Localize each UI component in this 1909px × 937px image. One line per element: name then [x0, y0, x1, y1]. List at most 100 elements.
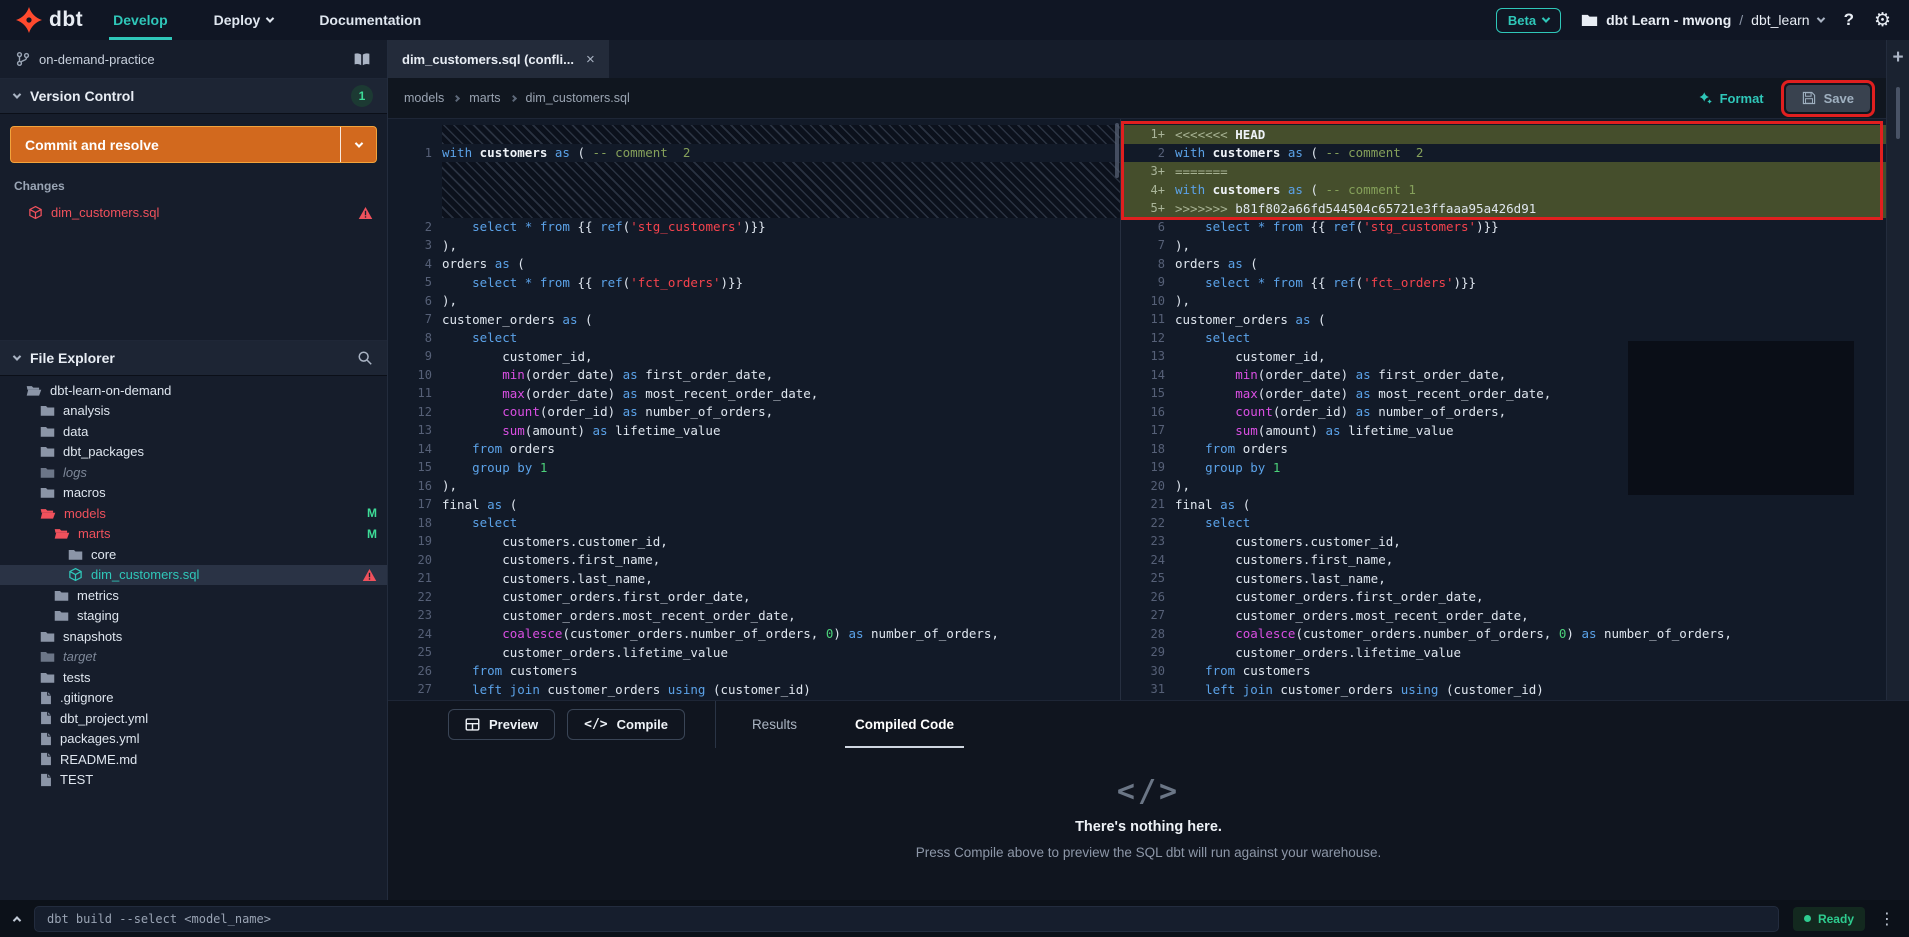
- code-icon: </>: [1117, 774, 1180, 809]
- commit-button-caret[interactable]: [340, 127, 376, 162]
- results-panel-toolbar: Preview </> Compile Results Compiled Code: [388, 701, 1909, 748]
- line-number: 2: [1121, 146, 1175, 160]
- beta-dropdown[interactable]: Beta: [1496, 8, 1561, 33]
- tree-item-label: dbt-learn-on-demand: [50, 383, 171, 398]
- tree-item-logs[interactable]: logs: [0, 462, 387, 483]
- commit-button-label: Commit and resolve: [11, 127, 340, 162]
- branch-row[interactable]: on-demand-practice: [0, 40, 387, 78]
- warning-icon: [362, 568, 377, 582]
- modified-badge: M: [367, 506, 377, 520]
- tree-item-models[interactable]: modelsM: [0, 503, 387, 524]
- file-icon: [40, 773, 52, 787]
- tree-item-test[interactable]: TEST: [0, 770, 387, 791]
- line-number: 15: [388, 460, 442, 474]
- nav-item-develop[interactable]: Develop: [109, 0, 171, 40]
- line-number: 14: [388, 442, 442, 456]
- line-number: 13: [1121, 349, 1175, 363]
- breadcrumb-marts[interactable]: marts: [469, 91, 500, 105]
- line-number: 22: [388, 590, 442, 604]
- kebab-menu-icon[interactable]: ⋮: [1879, 909, 1895, 929]
- nav-item-documentation[interactable]: Documentation: [315, 0, 425, 40]
- file-icon: [40, 752, 52, 766]
- left-pane-scrollbar[interactable]: [1115, 123, 1119, 178]
- line-number: 9: [388, 349, 442, 363]
- code-line-26: 26 from customers: [388, 662, 1120, 681]
- file-explorer-header[interactable]: File Explorer: [0, 340, 387, 376]
- tree-item-dbt-project-yml[interactable]: dbt_project.yml: [0, 708, 387, 729]
- tree-item-packages-yml[interactable]: packages.yml: [0, 729, 387, 750]
- tree-item-dim-customers-sql[interactable]: dim_customers.sql: [0, 565, 387, 586]
- tab-dim-customers[interactable]: dim_customers.sql (confli... ×: [388, 40, 609, 78]
- file-icon: [40, 711, 52, 725]
- command-input[interactable]: [34, 906, 1779, 932]
- compile-button[interactable]: </> Compile: [567, 709, 685, 740]
- code-line-32: 32): [1121, 699, 1886, 701]
- line-number: 5+: [1121, 201, 1175, 215]
- tree-item-metrics[interactable]: metrics: [0, 585, 387, 606]
- new-tab-button[interactable]: +: [1892, 48, 1903, 67]
- save-button[interactable]: Save: [1786, 85, 1870, 112]
- save-button-highlight: Save: [1786, 85, 1870, 112]
- code-line-5: 5+>>>>>>> b81f802a66fd544504c65721e3ffaa…: [1121, 199, 1886, 218]
- tree-item-staging[interactable]: staging: [0, 606, 387, 627]
- diff-pane-current[interactable]: 1with customers as ( -- comment 22 selec…: [388, 119, 1121, 700]
- code-line-1: 1with customers as ( -- comment 2: [388, 144, 1120, 163]
- code-line-26: 26 customer_orders.first_order_date,: [1121, 588, 1886, 607]
- code-line-24: 24 customers.first_name,: [1121, 551, 1886, 570]
- help-button[interactable]: ?: [1844, 10, 1854, 30]
- expand-command-bar-icon[interactable]: [13, 916, 21, 924]
- line-number: 3: [388, 238, 442, 252]
- format-button[interactable]: Format: [1698, 91, 1764, 106]
- results-tab-results[interactable]: Results: [742, 701, 807, 748]
- preview-label: Preview: [489, 717, 538, 732]
- status-badge[interactable]: Ready: [1793, 907, 1865, 931]
- changed-file-dim-customers-sql[interactable]: dim_customers.sql: [0, 201, 387, 224]
- line-number: 17: [388, 497, 442, 511]
- project-branch: dbt_learn: [1751, 12, 1809, 28]
- tree-item-label: macros: [63, 485, 106, 500]
- hover-overlay-panel: [1628, 341, 1854, 495]
- project-switcher[interactable]: dbt Learn - mwong / dbt_learn: [1581, 12, 1824, 28]
- breadcrumb-dim-customers-sql[interactable]: dim_customers.sql: [526, 91, 630, 105]
- preview-button[interactable]: Preview: [448, 709, 555, 740]
- line-number: 5: [388, 275, 442, 289]
- folder-icon: [40, 650, 55, 663]
- code-line-27: 27 left join customer_orders using (cust…: [388, 680, 1120, 699]
- commit-and-resolve-button[interactable]: Commit and resolve: [10, 126, 377, 163]
- tree-item-snapshots[interactable]: snapshots: [0, 626, 387, 647]
- branch-name: on-demand-practice: [39, 52, 155, 67]
- search-icon[interactable]: [357, 350, 373, 366]
- line-number: 12: [1121, 331, 1175, 345]
- results-tab-compiled-code[interactable]: Compiled Code: [845, 701, 964, 748]
- code-line-13: 13 sum(amount) as lifetime_value: [388, 421, 1120, 440]
- tree-item-label: logs: [63, 465, 87, 480]
- tree-item-tests[interactable]: tests: [0, 667, 387, 688]
- line-number: 30: [1121, 664, 1175, 678]
- nav-item-deploy[interactable]: Deploy: [210, 0, 278, 40]
- tree-item-data[interactable]: data: [0, 421, 387, 442]
- breadcrumb-models[interactable]: models: [404, 91, 444, 105]
- tree-item-analysis[interactable]: analysis: [0, 401, 387, 422]
- tree-item-readme-md[interactable]: README.md: [0, 749, 387, 770]
- dbt-logo-icon: [16, 7, 42, 33]
- results-tabs: Results Compiled Code: [742, 701, 964, 748]
- diff-pane-incoming[interactable]: 1+<<<<<<< HEAD2with customers as ( -- co…: [1121, 119, 1886, 700]
- close-icon[interactable]: ×: [586, 51, 595, 68]
- tree-item-core[interactable]: core: [0, 544, 387, 565]
- line-number: 18: [388, 516, 442, 530]
- tree-item-macros[interactable]: macros: [0, 483, 387, 504]
- dbt-logo[interactable]: dbt: [0, 0, 109, 40]
- right-pane-scrollbar[interactable]: [1896, 87, 1900, 139]
- breadcrumb: models marts dim_customers.sql: [404, 91, 630, 105]
- version-control-header[interactable]: Version Control 1: [0, 78, 387, 114]
- code-line-19: 19 customers.customer_id,: [388, 532, 1120, 551]
- tree-item-gitignore[interactable]: .gitignore: [0, 688, 387, 709]
- tree-item-dbt-learn-on-demand[interactable]: dbt-learn-on-demand: [0, 380, 387, 401]
- code-line-27: 27 customer_orders.most_recent_order_dat…: [1121, 606, 1886, 625]
- settings-gear-button[interactable]: ⚙: [1874, 9, 1891, 32]
- tree-item-dbt-packages[interactable]: dbt_packages: [0, 442, 387, 463]
- tree-item-marts[interactable]: martsM: [0, 524, 387, 545]
- docs-book-icon[interactable]: [353, 52, 371, 67]
- code-line-7: 7customer_orders as (: [388, 310, 1120, 329]
- tree-item-target[interactable]: target: [0, 647, 387, 668]
